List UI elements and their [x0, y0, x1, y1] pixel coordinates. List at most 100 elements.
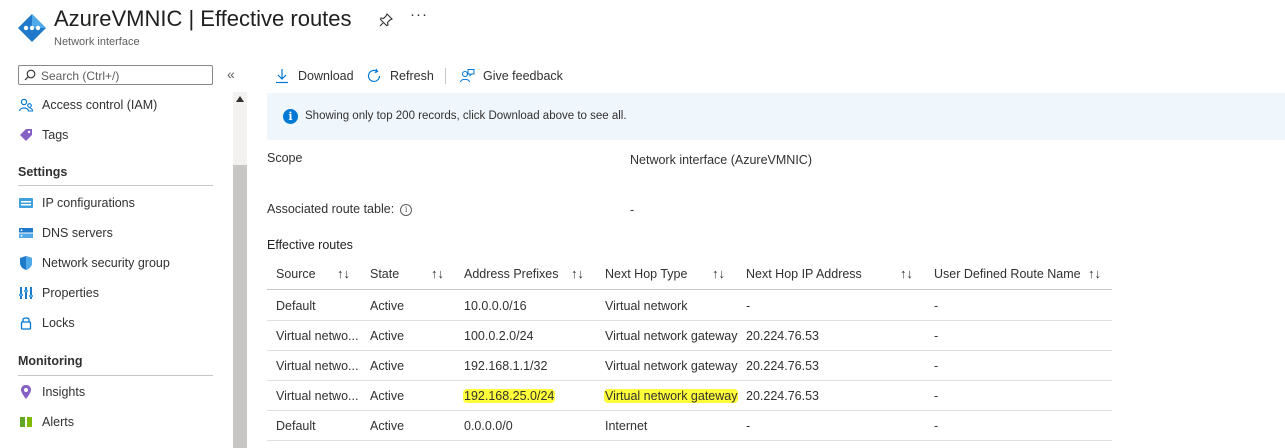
cell-next-hop-type: Virtual network gateway	[605, 359, 738, 373]
shield-icon	[18, 255, 34, 271]
cell-next-hop-ip: 20.224.76.53	[746, 389, 819, 403]
sidebar-item-alerts[interactable]: Alerts	[18, 411, 218, 433]
cell-state: Active	[370, 359, 405, 373]
cell-next-hop-type: Virtual network gateway	[605, 329, 738, 343]
sort-source-icon[interactable]: ↑↓	[337, 266, 350, 281]
sidebar-item-ip-configurations[interactable]: IP configurations	[18, 192, 218, 214]
row-divider	[267, 440, 1112, 441]
scope-value: Network interface (AzureVMNIC)	[630, 153, 812, 167]
dns-icon	[18, 225, 34, 241]
sidebar-item-properties[interactable]: Properties	[18, 282, 218, 304]
sidebar-item-locks[interactable]: Locks	[18, 312, 218, 334]
sort-next-hop-ip-icon[interactable]: ↑↓	[900, 266, 913, 281]
download-icon	[274, 68, 290, 84]
cell-source: Virtual netwo...	[276, 389, 359, 403]
effective-routes-heading: Effective routes	[267, 238, 353, 252]
sidebar-item-access-control[interactable]: Access control (IAM)	[18, 94, 218, 116]
page-title: AzureVMNIC | Effective routes	[54, 6, 352, 31]
insights-icon	[18, 384, 34, 400]
info-banner-text: Showing only top 200 records, click Down…	[305, 110, 627, 122]
table-header-divider	[267, 289, 1112, 290]
scope-label: Scope	[267, 151, 303, 165]
search-icon	[24, 69, 36, 81]
cell-state: Active	[370, 389, 405, 403]
feedback-icon	[459, 68, 475, 84]
info-tooltip-icon[interactable]: i	[400, 203, 413, 216]
cell-address-prefix-highlighted: 192.168.25.0/24	[463, 389, 556, 403]
more-options-button[interactable]: ···	[410, 6, 428, 23]
column-header-source[interactable]: Source	[276, 267, 316, 281]
sidebar-item-label: DNS servers	[42, 226, 113, 240]
ip-config-icon	[18, 195, 34, 211]
collapse-sidebar-button[interactable]: «	[227, 66, 235, 82]
column-header-next-hop-ip[interactable]: Next Hop IP Address	[746, 267, 862, 281]
toolbar-divider	[445, 68, 446, 84]
cell-udr-name: -	[934, 329, 939, 343]
lock-icon	[18, 315, 34, 331]
cell-state: Active	[370, 299, 405, 313]
pin-icon[interactable]	[378, 12, 394, 28]
cell-source: Default	[276, 419, 316, 433]
cell-address-prefix: 100.0.2.0/24	[464, 329, 534, 343]
sort-state-icon[interactable]: ↑↓	[431, 266, 444, 281]
column-header-udr-name[interactable]: User Defined Route Name	[934, 267, 1081, 281]
cell-udr-name: -	[934, 299, 939, 313]
cell-udr-name: -	[934, 389, 939, 403]
page-subtitle: Network interface	[54, 36, 140, 48]
sidebar-item-label: Tags	[42, 128, 69, 142]
monitoring-divider	[18, 375, 213, 376]
row-divider	[267, 320, 1112, 321]
properties-icon	[18, 285, 34, 301]
sort-udr-name-icon[interactable]: ↑↓	[1088, 266, 1101, 281]
cell-address-prefix: 10.0.0.0/16	[464, 299, 527, 313]
network-interface-logo-icon	[18, 14, 46, 42]
give-feedback-button[interactable]: Give feedback	[459, 66, 563, 86]
sidebar-item-label: Properties	[42, 286, 99, 300]
row-divider	[267, 410, 1112, 411]
cell-state: Active	[370, 329, 405, 343]
associated-route-table-text: Associated route table:	[267, 202, 395, 216]
cell-state: Active	[370, 419, 405, 433]
row-divider	[267, 380, 1112, 381]
cell-udr-name: -	[934, 419, 939, 433]
search-placeholder: Search (Ctrl+/)	[41, 69, 120, 83]
refresh-label: Refresh	[390, 69, 434, 83]
sidebar-item-network-security-group[interactable]: Network security group	[18, 252, 218, 274]
column-header-next-hop-type[interactable]: Next Hop Type	[605, 267, 687, 281]
cell-next-hop-type: Internet	[605, 419, 648, 433]
refresh-button[interactable]: Refresh	[366, 66, 434, 86]
cell-address-prefix: 192.168.1.1/32	[464, 359, 548, 373]
tag-icon	[18, 127, 34, 143]
alerts-icon	[18, 414, 34, 430]
sidebar-item-dns-servers[interactable]: DNS servers	[18, 222, 218, 244]
info-banner: i Showing only top 200 records, click Do…	[267, 93, 1285, 140]
cell-next-hop-type-highlighted: Virtual network gateway	[604, 389, 739, 403]
sidebar-item-insights[interactable]: Insights	[18, 381, 218, 403]
download-label: Download	[298, 69, 354, 83]
sort-address-prefixes-icon[interactable]: ↑↓	[571, 266, 584, 281]
sort-next-hop-type-icon[interactable]: ↑↓	[712, 266, 725, 281]
sidebar-scrollbar-thumb[interactable]	[233, 165, 247, 448]
sidebar-item-label: Network security group	[42, 256, 170, 270]
sidebar-item-label: Insights	[42, 385, 86, 399]
info-icon: i	[283, 109, 298, 124]
download-button[interactable]: Download	[274, 66, 354, 86]
associated-route-table-value: -	[630, 203, 635, 217]
settings-heading: Settings	[18, 165, 68, 179]
cell-address-prefix: 0.0.0.0/0	[464, 419, 513, 433]
column-header-state[interactable]: State	[370, 267, 399, 281]
cell-source: Default	[276, 299, 316, 313]
search-input[interactable]: Search (Ctrl+/)	[18, 65, 213, 85]
cell-source: Virtual netwo...	[276, 359, 359, 373]
monitoring-heading: Monitoring	[18, 354, 83, 368]
sidebar-item-tags[interactable]: Tags	[18, 124, 218, 146]
scroll-up-arrow-icon[interactable]	[236, 96, 244, 102]
cell-next-hop-ip: 20.224.76.53	[746, 359, 819, 373]
cell-udr-name: -	[934, 359, 939, 373]
cell-next-hop-type: Virtual network	[605, 299, 688, 313]
associated-route-table-label: Associated route table: i	[267, 202, 413, 216]
sidebar-item-label: Locks	[42, 316, 75, 330]
column-header-address-prefixes[interactable]: Address Prefixes	[464, 267, 558, 281]
cell-next-hop-ip: -	[746, 299, 751, 313]
refresh-icon	[366, 68, 382, 84]
